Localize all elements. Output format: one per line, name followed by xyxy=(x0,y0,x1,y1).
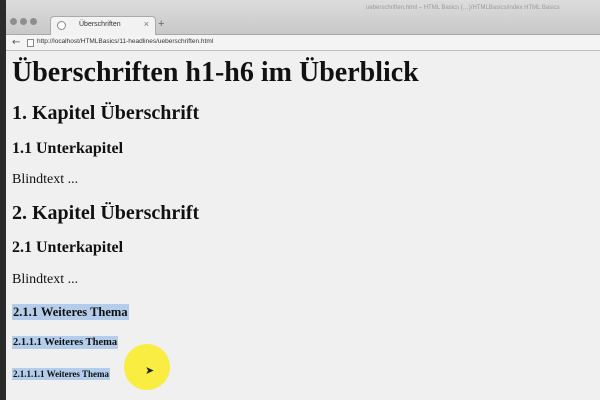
address-bar[interactable]: http://localhost/HTMLBasics/11-headlines… xyxy=(37,38,213,45)
window-title: ueberschriften.html – HTML Basics (…)/HT… xyxy=(366,5,560,11)
heading-h3-subchapter-2-1: 2.1 Unterkapitel xyxy=(12,239,124,256)
heading-h5-selected: 2.1.1.1 Weiteres Thema xyxy=(12,336,119,349)
back-arrow-icon[interactable]: ← xyxy=(12,37,20,49)
tab-title: Überschriften xyxy=(79,21,121,28)
paragraph-blindtext-2: Blindtext ... xyxy=(12,272,79,287)
minimize-window-button[interactable] xyxy=(20,18,27,25)
selected-text-h4: 2.1.1 Weiteres Thema xyxy=(12,304,129,320)
new-tab-button[interactable]: + xyxy=(158,18,164,30)
favicon-icon xyxy=(57,21,66,30)
browser-window: ueberschriften.html – HTML Basics (…)/HT… xyxy=(0,0,600,400)
page-content: Überschriften h1-h6 im Überblick 1. Kapi… xyxy=(6,52,600,400)
mouse-pointer-icon: ➤ xyxy=(145,364,155,377)
heading-h2-chapter-2: 2. Kapitel Überschrift xyxy=(12,202,200,224)
heading-h2-chapter-1: 1. Kapitel Überschrift xyxy=(12,102,200,124)
heading-h3-subchapter-1-1: 1.1 Unterkapitel xyxy=(12,140,124,157)
browser-titlebar: ueberschriften.html – HTML Basics (…)/HT… xyxy=(6,0,600,35)
page-icon xyxy=(27,39,34,47)
paragraph-blindtext-1: Blindtext ... xyxy=(12,172,79,187)
tab-ueberschriften[interactable]: Überschriften × xyxy=(50,16,156,35)
selected-text-h6: 2.1.1.1.1 Weiteres Thema xyxy=(12,368,110,380)
maximize-window-button[interactable] xyxy=(30,18,37,25)
browser-toolbar: ← http://localhost/HTMLBasics/11-headlin… xyxy=(6,35,600,51)
heading-h4-selected: 2.1.1 Weiteres Thema xyxy=(12,304,129,320)
close-window-button[interactable] xyxy=(10,18,17,25)
selected-text-h5: 2.1.1.1 Weiteres Thema xyxy=(12,336,119,349)
heading-h1: Überschriften h1-h6 im Überblick xyxy=(12,57,419,88)
close-tab-icon[interactable]: × xyxy=(144,19,149,29)
heading-h6-selected: 2.1.1.1.1 Weiteres Thema xyxy=(12,368,110,380)
